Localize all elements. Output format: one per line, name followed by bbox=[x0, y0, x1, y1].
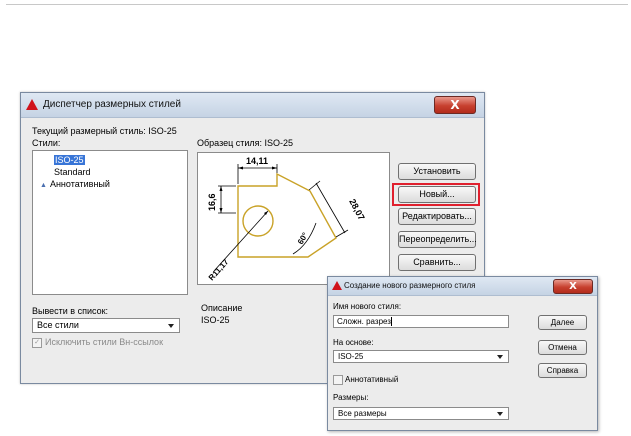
style-item-standard[interactable]: Standard bbox=[54, 167, 91, 177]
annotative-label: Аннотативный bbox=[345, 375, 399, 384]
close-button[interactable]: X bbox=[434, 96, 476, 114]
diag-ext-top bbox=[308, 180, 321, 191]
hole-circle bbox=[242, 205, 274, 237]
top-divider bbox=[6, 4, 628, 5]
close-button[interactable]: X bbox=[553, 279, 593, 294]
preview-drawing: 14,11 16,6 28,07 60° R11,17 bbox=[207, 156, 367, 282]
new-style-name-value: Сложн. разрез bbox=[337, 317, 391, 326]
use-for-label: Размеры: bbox=[333, 393, 369, 402]
override-button[interactable]: Переопределить... bbox=[398, 231, 477, 248]
style-item-iso25[interactable]: ISO-25 bbox=[54, 155, 85, 165]
title-bar[interactable]: Диспетчер размерных стилей X bbox=[21, 93, 484, 118]
list-label: Вывести в список: bbox=[32, 306, 109, 316]
dim-radius: R11,17 bbox=[207, 257, 231, 282]
description-value: ISO-25 bbox=[201, 315, 230, 325]
use-for-select[interactable]: Все размеры bbox=[333, 407, 509, 420]
dim-left: 16,6 bbox=[207, 193, 217, 211]
description-label: Описание bbox=[201, 303, 243, 313]
dim-angle: 60° bbox=[296, 231, 310, 246]
style-item-annotative[interactable]: ▲ Аннотативный bbox=[40, 179, 110, 189]
style-preview: 14,11 16,6 28,07 60° R11,17 bbox=[197, 152, 390, 285]
compare-button[interactable]: Сравнить... bbox=[398, 254, 476, 271]
title-bar-new[interactable]: Создание нового размерного стиля X bbox=[328, 277, 597, 296]
dim-top: 14,11 bbox=[246, 156, 268, 166]
chevron-down-icon bbox=[497, 355, 503, 359]
preview-label: Образец стиля: ISO-25 bbox=[197, 138, 294, 148]
dialog-title: Диспетчер размерных стилей bbox=[43, 99, 181, 110]
diag-dim-line bbox=[315, 182, 346, 234]
chevron-down-icon bbox=[168, 324, 174, 328]
exclude-xref-label: Исключить стили Вн-ссылок bbox=[45, 337, 164, 347]
new-style-name-input[interactable]: Сложн. разрез bbox=[333, 315, 509, 328]
new-style-name-label: Имя нового стиля: bbox=[333, 302, 402, 311]
autocad-icon bbox=[332, 281, 342, 290]
cancel-button[interactable]: Отмена bbox=[538, 340, 587, 355]
list-filter-value: Все стили bbox=[37, 320, 79, 330]
current-style-label: Текущий размерный стиль: ISO-25 bbox=[32, 126, 177, 136]
styles-list[interactable]: ISO-25 Standard ▲ Аннотативный bbox=[32, 150, 188, 295]
annotative-checkbox[interactable] bbox=[333, 375, 343, 385]
start-with-value: ISO-25 bbox=[338, 352, 364, 361]
dim-diag: 28,07 bbox=[347, 197, 366, 222]
create-new-style-dialog: Создание нового размерного стиля X Имя н… bbox=[327, 276, 598, 431]
autocad-icon bbox=[26, 99, 38, 110]
use-for-value: Все размеры bbox=[338, 409, 387, 418]
style-item-annotative-label: Аннотативный bbox=[49, 179, 110, 189]
diag-ext-bottom bbox=[335, 229, 349, 238]
part-outline bbox=[237, 172, 337, 258]
continue-button[interactable]: Далее bbox=[538, 315, 587, 330]
new-dialog-title: Создание нового размерного стиля bbox=[344, 281, 476, 290]
annotative-icon: ▲ bbox=[40, 182, 47, 189]
chevron-down-icon bbox=[497, 412, 503, 416]
text-caret bbox=[390, 317, 392, 327]
start-with-label: На основе: bbox=[333, 338, 374, 347]
exclude-xref-checkbox[interactable]: ✓ bbox=[32, 338, 42, 348]
new-button[interactable]: Новый... bbox=[398, 186, 476, 203]
set-current-button[interactable]: Установить bbox=[398, 163, 476, 180]
start-with-select[interactable]: ISO-25 bbox=[333, 350, 509, 363]
help-button[interactable]: Справка bbox=[538, 363, 587, 378]
list-filter-select[interactable]: Все стили bbox=[32, 318, 180, 333]
styles-label: Стили: bbox=[32, 138, 61, 148]
modify-button[interactable]: Редактировать... bbox=[398, 208, 476, 225]
